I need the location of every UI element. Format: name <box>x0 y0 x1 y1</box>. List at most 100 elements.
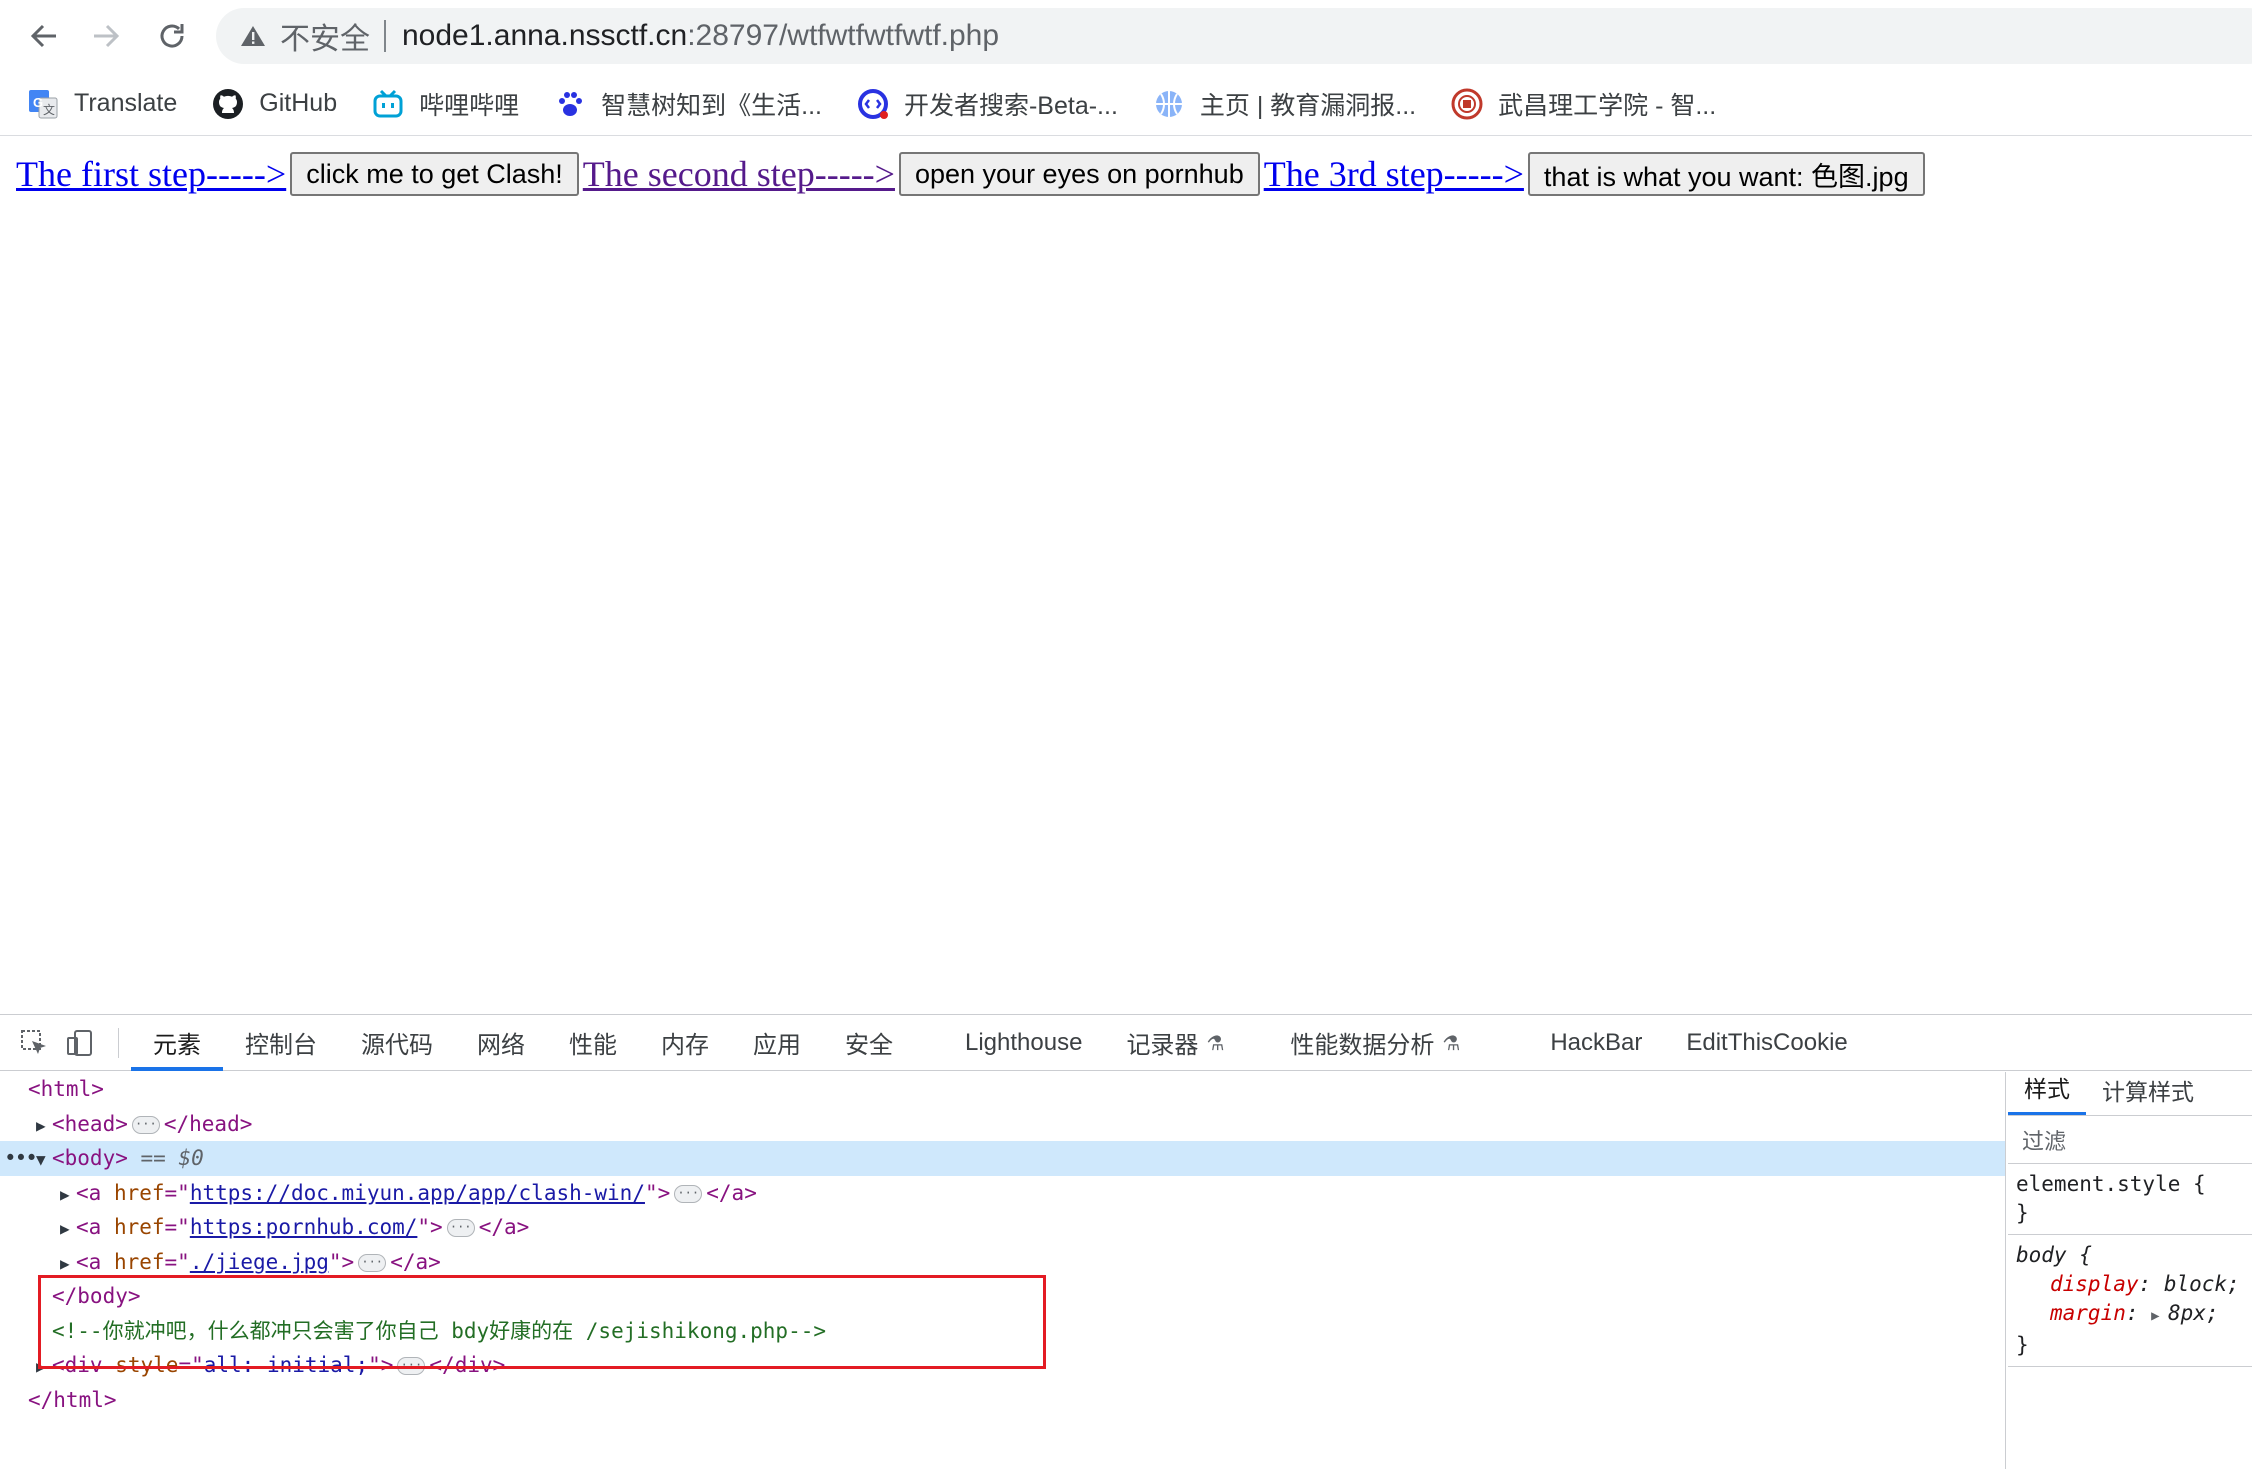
rule-close-brace: } <box>2016 1201 2029 1225</box>
tab-label: 性能数据分析 <box>1290 1031 1435 1059</box>
element-style-selector: element.style { <box>2016 1172 2206 1196</box>
display-declaration[interactable]: display: block; <box>2016 1270 2252 1299</box>
bookmark-label: 主页 | 教育漏洞报... <box>1199 91 1417 120</box>
google-translate-icon: G文 <box>26 87 60 121</box>
styles-pane: 样式 计算样式 过滤 element.style { } body { disp… <box>2008 1072 2252 1469</box>
bookmark-github[interactable]: GitHub <box>211 87 337 121</box>
bookmark-label: GitHub <box>259 89 338 117</box>
back-button[interactable] <box>22 14 66 58</box>
bookmark-edu-vuln[interactable]: 主页 | 教育漏洞报... <box>1152 86 1416 122</box>
tab-performance-insights[interactable]: 性能数据分析 ⚗ <box>1268 1015 1482 1071</box>
address-bar[interactable]: 不安全 node1.anna.nssctf.cn:28797/wtfwtfwtf… <box>216 8 2252 64</box>
devtools-tab-bar: 元素 控制台 源代码 网络 性能 内存 应用 安全 Lighthouse 记录器… <box>0 1015 2252 1071</box>
property-value: 8px; <box>2168 1301 2219 1325</box>
collapsed-ellipsis-icon[interactable]: ··· <box>446 1219 475 1237</box>
url-path: :28797/wtfwtfwtfwtf.php <box>687 19 1000 52</box>
tab-computed[interactable]: 计算样式 <box>2086 1073 2210 1115</box>
expand-triangle-icon[interactable]: ▶ <box>2151 1308 2168 1324</box>
tab-network[interactable]: 网络 <box>455 1015 547 1071</box>
reload-button[interactable] <box>150 14 194 58</box>
head-close-tag: </head> <box>163 1111 253 1136</box>
expand-triangle-icon[interactable]: ▶ <box>60 1178 76 1213</box>
collapsed-ellipsis-icon[interactable]: ··· <box>358 1253 387 1272</box>
tab-security[interactable]: 安全 <box>823 1015 915 1071</box>
dom-html-close[interactable]: </html> <box>0 1383 2005 1418</box>
steps-row: The first step-----> click me to get Cla… <box>16 152 1929 196</box>
svg-text:文: 文 <box>43 102 55 117</box>
anchor-href-link[interactable]: ./jiege.jpg <box>190 1250 329 1274</box>
body-selector: body { <box>2016 1243 2092 1267</box>
property-name: margin <box>2050 1301 2126 1325</box>
selected-marker: == $0 <box>140 1146 204 1170</box>
styles-filter-input[interactable]: 过滤 <box>2008 1116 2252 1164</box>
devtools-panel: 元素 控制台 源代码 网络 性能 内存 应用 安全 Lighthouse 记录器… <box>0 1014 2252 1469</box>
html-close-tag: </html> <box>28 1387 117 1412</box>
element-style-rule[interactable]: element.style { } <box>2008 1164 2252 1235</box>
tab-sources[interactable]: 源代码 <box>339 1015 455 1071</box>
collapsed-ellipsis-icon[interactable]: ··· <box>131 1115 160 1134</box>
dom-body-selected[interactable]: ••• ▼ <body> == $0 <box>0 1141 2005 1176</box>
tab-application[interactable]: 应用 <box>731 1015 823 1071</box>
dom-head[interactable]: ▶ <head> ··· </head> <box>0 1107 2005 1142</box>
bookmark-label: 智慧树知到《生活... <box>601 91 822 120</box>
html-tag: <html> <box>28 1077 104 1101</box>
styles-tab-bar: 样式 计算样式 <box>2008 1072 2252 1116</box>
inspect-element-icon[interactable] <box>14 1023 54 1063</box>
tab-elements[interactable]: 元素 <box>131 1015 223 1071</box>
tab-memory[interactable]: 内存 <box>639 1015 731 1071</box>
bookmark-translate[interactable]: G文 Translate <box>26 87 177 121</box>
dom-anchor-3[interactable]: ▶ <a href="./jiege.jpg"> ··· </a> <box>0 1245 2005 1280</box>
bookmark-wuchang[interactable]: 武昌理工学院 - 智... <box>1450 86 1716 122</box>
dom-html-open[interactable]: <html> <box>0 1072 2005 1107</box>
expand-triangle-icon[interactable]: ▶ <box>60 1212 76 1247</box>
bookmark-label: 武昌理工学院 - 智... <box>1498 91 1717 120</box>
paw-icon <box>553 87 587 121</box>
svg-text:G: G <box>33 95 43 110</box>
dom-anchor-2[interactable]: ▶ <a href="https:pornhub.com/"> ··· </a> <box>0 1210 2005 1245</box>
url-host: node1.anna.nssctf.cn <box>402 19 688 52</box>
more-dots-icon[interactable]: ••• <box>4 1141 38 1176</box>
page-viewport: The first step-----> click me to get Cla… <box>0 137 2252 1014</box>
collapse-triangle-icon[interactable]: ▼ <box>36 1143 52 1178</box>
bookmarks-bar: G文 Translate GitHub 哔哩哔哩 智慧树知到《生活... 开发者… <box>0 72 2252 136</box>
collapsed-ellipsis-icon[interactable]: ··· <box>674 1184 703 1203</box>
second-step-link[interactable]: The second step-----> <box>583 153 895 195</box>
elements-tree: <html> ▶ <head> ··· </head> ••• ▼ <body> == … <box>0 1072 2006 1469</box>
highlight-annotation-box <box>38 1275 1046 1369</box>
flask-icon: ⚗ <box>1442 1030 1461 1055</box>
body-open-tag: <body> <box>52 1146 128 1170</box>
anchor-href-link[interactable]: https:pornhub.com/ <box>190 1215 418 1239</box>
tab-styles[interactable]: 样式 <box>2008 1070 2086 1115</box>
bookmark-bilibili[interactable]: 哔哩哔哩 <box>371 86 519 122</box>
tab-lighthouse[interactable]: Lighthouse <box>943 1015 1104 1071</box>
tab-editthiscookie[interactable]: EditThisCookie <box>1664 1015 1869 1071</box>
school-seal-icon <box>1450 87 1484 121</box>
security-label[interactable]: 不安全 <box>280 14 370 58</box>
bilibili-icon <box>371 87 405 121</box>
margin-declaration[interactable]: margin: ▶ 8px; <box>2016 1299 2252 1331</box>
open-eyes-button[interactable]: open your eyes on pornhub <box>898 152 1260 196</box>
device-toolbar-icon[interactable] <box>60 1023 100 1063</box>
flask-icon: ⚗ <box>1206 1030 1225 1055</box>
bookmark-dev-search[interactable]: 开发者搜索-Beta-... <box>856 86 1118 122</box>
browser-toolbar: 不安全 node1.anna.nssctf.cn:28797/wtfwtfwtf… <box>0 0 2252 72</box>
forward-button[interactable] <box>84 14 128 58</box>
expand-triangle-icon[interactable]: ▶ <box>36 1109 52 1144</box>
bookmark-label: 哔哩哔哩 <box>419 91 520 120</box>
reload-icon <box>160 24 184 48</box>
anchor-href-link[interactable]: https://doc.miyun.app/app/clash-win/ <box>190 1181 645 1205</box>
first-step-link[interactable]: The first step-----> <box>16 153 286 195</box>
body-style-rule[interactable]: body { display: block; margin: ▶ 8px; } <box>2008 1235 2252 1367</box>
third-step-link[interactable]: The 3rd step-----> <box>1264 153 1524 195</box>
tab-hackbar[interactable]: HackBar <box>1528 1015 1664 1071</box>
tab-performance[interactable]: 性能 <box>547 1015 639 1071</box>
dom-anchor-1[interactable]: ▶ <a href="https://doc.miyun.app/app/clas… <box>0 1176 2005 1211</box>
tab-console[interactable]: 控制台 <box>223 1015 339 1071</box>
tab-label: 记录器 <box>1126 1031 1199 1059</box>
get-clash-button[interactable]: click me to get Clash! <box>290 152 579 196</box>
globe-icon <box>1152 87 1186 121</box>
bookmark-label: 开发者搜索-Beta-... <box>903 91 1118 120</box>
bookmark-zhihuishu[interactable]: 智慧树知到《生活... <box>553 86 822 122</box>
what-you-want-button[interactable]: that is what you want: 色图.jpg <box>1527 152 1925 196</box>
tab-recorder[interactable]: 记录器 ⚗ <box>1104 1015 1246 1071</box>
